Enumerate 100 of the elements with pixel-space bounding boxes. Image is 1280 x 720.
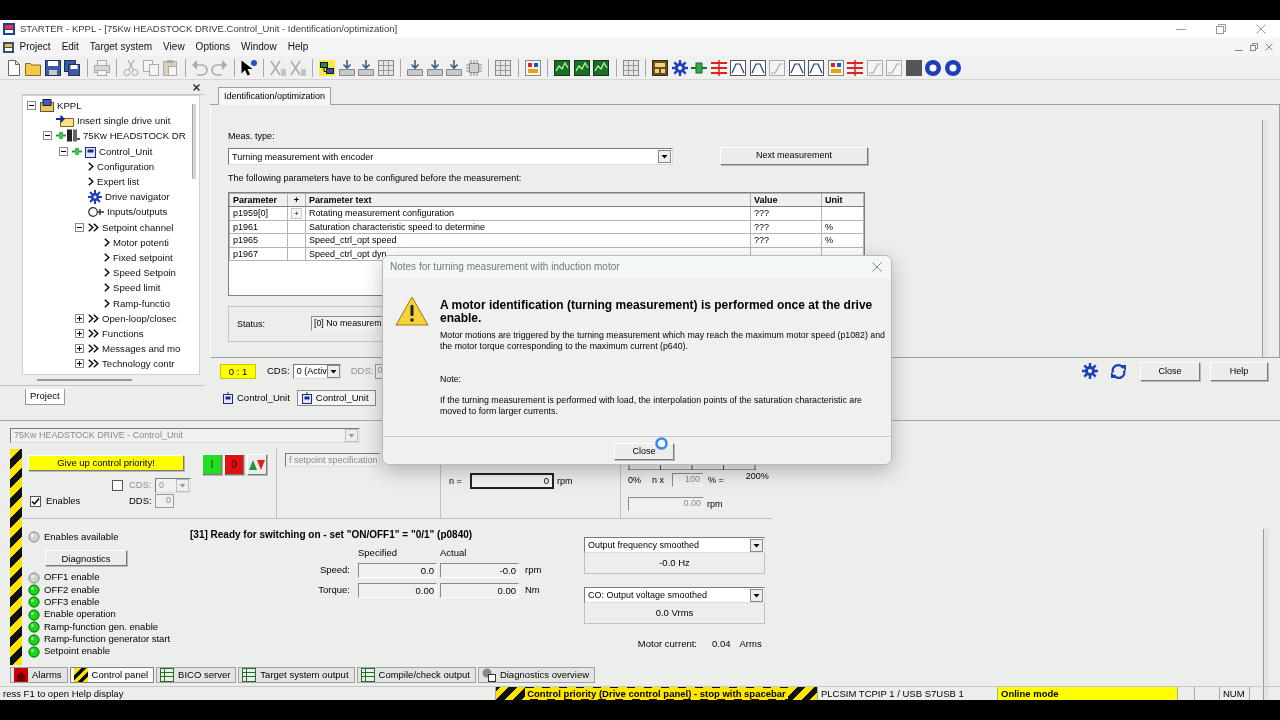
page-icon[interactable] [5,59,22,76]
tree-item[interactable]: Technology contr [102,358,175,370]
tab[interactable]: Compile/check output [356,667,476,683]
document-tab[interactable]: Control_Unit [218,390,297,406]
close-button[interactable]: Close [1140,361,1200,381]
tab[interactable]: BICO server [156,667,237,683]
refresh-icon[interactable] [1110,362,1127,380]
gear-icon[interactable] [671,59,688,76]
collapse-toggle-icon[interactable] [27,101,36,111]
tab[interactable]: Target system output [238,667,355,683]
menu-item[interactable]: Window [235,41,283,53]
tab[interactable]: Control panel [69,667,155,683]
monitor-icon[interactable] [593,59,610,76]
ramp-icon[interactable] [788,59,805,76]
direction-button[interactable] [247,454,267,475]
tab[interactable]: Alarms [10,667,68,683]
tree-item[interactable]: Open-loop/closec [102,312,177,324]
dropdown[interactable]: Turning measurement with encoder [228,148,673,166]
scrollbar[interactable] [1262,120,1268,357]
tray-arrow-icon[interactable] [446,59,463,76]
speed-setpoint-field[interactable]: 0 [470,473,554,489]
tray-arrow-icon[interactable] [426,59,443,76]
tree-item[interactable]: Insert single drive unit [77,115,171,127]
restore-icon[interactable] [1250,43,1258,51]
restore-icon[interactable] [1216,24,1226,34]
network-icon[interactable] [319,59,336,76]
cds-dropdown[interactable]: 0 (Activ [292,363,341,379]
comb-icon[interactable] [847,59,864,76]
tray-arrow-icon[interactable] [407,59,424,76]
tree-item[interactable]: Inputs/outputs [107,206,168,218]
on-button[interactable]: I [202,454,222,475]
expand-toggle-icon[interactable] [75,359,84,369]
help-button[interactable]: Help [1210,361,1268,381]
menu-item[interactable]: Options [190,41,236,53]
tree-item[interactable]: Messages and mo [102,343,181,355]
monitor-icon[interactable] [573,59,590,76]
collapse-toggle-icon[interactable] [75,222,84,232]
chip-icon[interactable] [465,59,482,76]
tree-item[interactable]: Fixed setpoint [113,251,173,263]
menu-item[interactable]: View [157,41,191,53]
tray-arrow-icon[interactable] [358,59,375,76]
expand-toggle-icon[interactable] [75,344,84,354]
grid-icon[interactable] [377,59,394,76]
tab[interactable]: Diagnostics overview [477,667,596,683]
square-icon[interactable] [905,59,922,76]
signal-dropdown[interactable]: CO: Output voltage smoothed [584,587,765,603]
checkbox[interactable] [30,495,41,507]
column-header[interactable]: Parameter text [309,194,372,205]
ramp-icon[interactable] [730,59,747,76]
tree-item[interactable]: Configuration [97,160,155,172]
tree-item[interactable]: Functions [102,327,144,339]
disc-icon[interactable] [925,59,942,76]
scrollbar[interactable] [37,379,132,381]
ramp-icon[interactable] [808,59,825,76]
clipboard-icon[interactable] [162,59,179,76]
tab[interactable]: Project [25,389,65,405]
tree-item[interactable]: Ramp-functio [113,297,171,309]
expand-toggle-icon[interactable] [75,328,84,338]
scrollbar[interactable] [1263,529,1269,700]
tree-item[interactable]: Motor potenti [113,236,169,248]
tree-item[interactable]: Speed Setpoin [113,267,176,279]
menu-item[interactable]: Target system [84,41,158,53]
scrollbar[interactable] [192,104,196,179]
dropdown-arrow-icon[interactable] [326,364,340,378]
next-measurement-button[interactable]: Next measurement [720,146,868,165]
off-button[interactable]: 0 [224,454,244,475]
disks-icon[interactable] [64,59,81,76]
expand-toggle-icon[interactable] [75,313,84,323]
grid-icon[interactable] [495,59,512,76]
signal-dropdown[interactable]: Output frequency smoothed [584,537,765,553]
close-icon[interactable] [193,83,200,91]
tree-item[interactable]: Drive navigator [105,191,170,203]
grid-icon[interactable] [622,59,639,76]
tree-item[interactable]: Setpoint channel [102,221,174,233]
menu-item[interactable]: Edit [56,41,85,53]
blocks-icon[interactable] [827,59,844,76]
ramp-icon[interactable] [749,59,766,76]
calculator-icon[interactable] [652,59,669,76]
comb-icon[interactable] [710,59,727,76]
monitor-icon[interactable] [554,59,571,76]
close-button[interactable]: Close [614,443,674,460]
menu-item[interactable]: Help [282,41,314,53]
tree-item[interactable]: Expert list [97,176,140,188]
blocks-icon[interactable] [524,59,541,76]
tree-item[interactable]: 75Kw HEADSTOCK DR [83,130,186,142]
tree-item[interactable]: Control_Unit [99,145,153,157]
pointer-icon[interactable] [240,59,257,76]
tray-arrow-icon[interactable] [338,59,355,76]
tree-item[interactable]: Speed limit [113,282,161,294]
gear-icon[interactable] [1082,363,1098,379]
disc-icon[interactable] [944,59,961,76]
tree-item[interactable]: KPPL [57,100,82,112]
tab[interactable]: Identification/optimization [218,86,332,105]
diagnostics-button[interactable]: Diagnostics [45,550,127,567]
collapse-toggle-icon[interactable] [59,146,68,156]
collapse-toggle-icon[interactable] [43,131,52,141]
priority-button[interactable]: Give up control priority! [28,455,184,471]
connector-icon[interactable] [691,59,708,76]
document-tab[interactable]: Control_Unit [296,390,376,406]
menu-item[interactable]: Project [14,41,57,53]
